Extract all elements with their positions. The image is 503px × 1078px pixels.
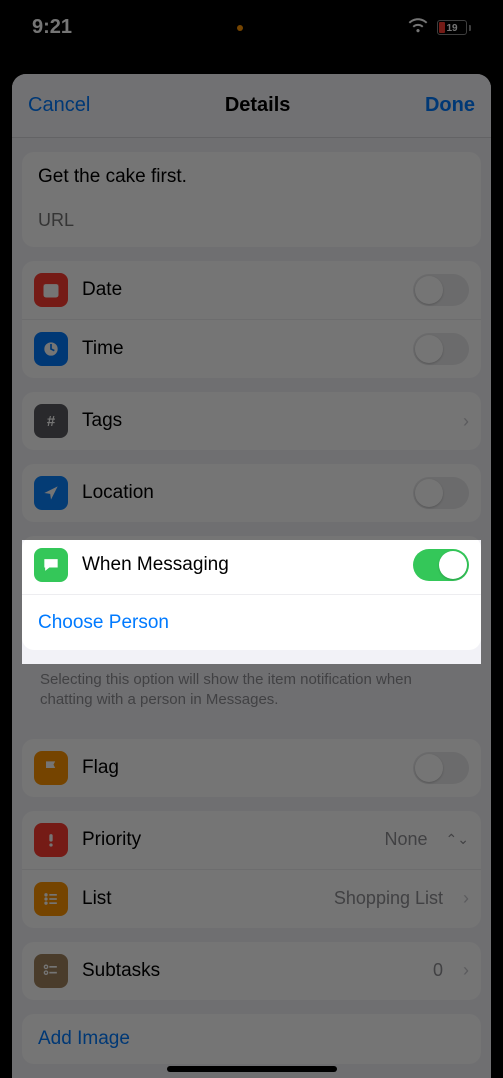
clock-icon [34, 332, 68, 366]
hash-icon: # [34, 404, 68, 438]
add-image-button[interactable]: Add Image [38, 1028, 130, 1050]
messaging-card: When Messaging Choose Person [22, 536, 481, 650]
content-scroll[interactable]: Get the cake first. Date Time [12, 152, 491, 1064]
status-time: 9:21 [32, 16, 72, 39]
date-row[interactable]: Date [22, 261, 481, 319]
time-label: Time [82, 338, 399, 360]
subtasks-row[interactable]: Subtasks 0 › [22, 942, 481, 1000]
calendar-icon [34, 273, 68, 307]
home-indicator[interactable] [167, 1066, 337, 1072]
url-field[interactable] [38, 210, 465, 231]
notes-text[interactable]: Get the cake first. [38, 166, 465, 188]
done-button[interactable]: Done [425, 94, 475, 117]
flag-row[interactable]: Flag [22, 739, 481, 797]
chevron-right-icon: › [457, 411, 469, 432]
priority-row[interactable]: Priority None ⌃⌄ [22, 811, 481, 869]
chevron-right-icon: › [457, 888, 469, 909]
subtasks-value: 0 [433, 960, 443, 981]
flag-icon [34, 751, 68, 785]
wifi-icon [407, 14, 429, 42]
priority-value: None [385, 829, 428, 850]
list-row[interactable]: List Shopping List › [22, 869, 481, 928]
location-arrow-icon [34, 476, 68, 510]
add-image-card: Add Image [22, 1014, 481, 1064]
tags-card: # Tags › [22, 392, 481, 450]
svg-text:#: # [47, 413, 56, 430]
tags-row[interactable]: # Tags › [22, 392, 481, 450]
tags-label: Tags [82, 410, 443, 432]
choose-person-button[interactable]: Choose Person [38, 612, 169, 634]
status-right: 19 [407, 14, 471, 42]
cancel-button[interactable]: Cancel [28, 94, 90, 117]
battery-icon: 19 [437, 20, 471, 35]
location-card: Location [22, 464, 481, 522]
messaging-helper-text: Selecting this option will show the item… [22, 664, 481, 725]
location-toggle[interactable] [413, 477, 469, 509]
location-row[interactable]: Location [22, 464, 481, 522]
recording-dot-icon [237, 25, 243, 31]
list-bullet-icon [34, 882, 68, 916]
date-label: Date [82, 279, 399, 301]
status-bar: 9:21 19 [0, 0, 503, 55]
time-toggle[interactable] [413, 333, 469, 365]
subtasks-card: Subtasks 0 › [22, 942, 481, 1000]
list-label: List [82, 888, 320, 910]
messaging-toggle[interactable] [413, 549, 469, 581]
datetime-card: Date Time [22, 261, 481, 378]
flag-card: Flag [22, 739, 481, 797]
updown-icon: ⌃⌄ [442, 831, 469, 848]
list-value: Shopping List [334, 888, 443, 909]
priority-list-card: Priority None ⌃⌄ List Shopping List › [22, 811, 481, 928]
page-title: Details [225, 94, 291, 117]
notes-card: Get the cake first. [22, 152, 481, 247]
time-row[interactable]: Time [22, 319, 481, 378]
location-label: Location [82, 482, 399, 504]
messaging-label: When Messaging [82, 554, 399, 576]
priority-label: Priority [82, 829, 371, 851]
chevron-right-icon: › [457, 960, 469, 981]
subtasks-icon [34, 954, 68, 988]
subtasks-label: Subtasks [82, 960, 419, 982]
date-toggle[interactable] [413, 274, 469, 306]
nav-bar: Cancel Details Done [12, 74, 491, 138]
messaging-row[interactable]: When Messaging [22, 536, 481, 594]
choose-person-row[interactable]: Choose Person [22, 594, 481, 650]
message-bubble-icon [34, 548, 68, 582]
details-sheet: Cancel Details Done Get the cake first. … [12, 74, 491, 1078]
flag-toggle[interactable] [413, 752, 469, 784]
flag-label: Flag [82, 757, 399, 779]
exclamation-icon [34, 823, 68, 857]
